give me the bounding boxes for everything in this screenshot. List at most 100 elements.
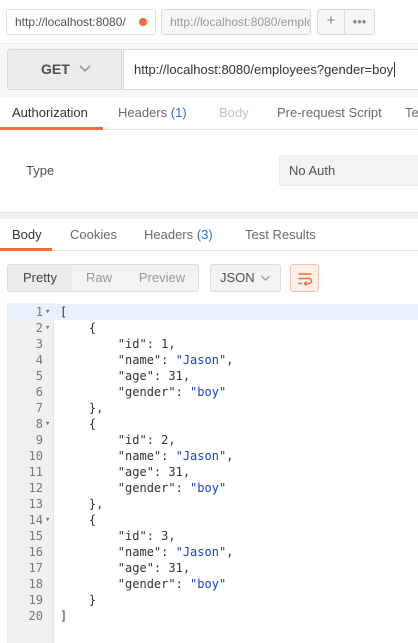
code-text: }, bbox=[60, 401, 104, 415]
url-bar: GET http://localhost:8080/employees?gend… bbox=[0, 43, 418, 97]
tab-prerequest-script[interactable]: Pre-request Script bbox=[277, 97, 382, 129]
tab-label: Headers bbox=[144, 227, 194, 242]
preview-button[interactable]: Preview bbox=[126, 265, 198, 291]
plus-icon: + bbox=[326, 12, 336, 29]
code-line: 15 "id": 3, bbox=[7, 528, 418, 544]
code-line: 17 "age": 31, bbox=[7, 560, 418, 576]
code-line: 14 ▾ { bbox=[7, 512, 418, 528]
tab-label: Pre-request Script bbox=[277, 105, 382, 120]
code-text: "name": "Jason", bbox=[117, 545, 234, 559]
format-select[interactable]: JSON bbox=[210, 264, 281, 292]
wrap-lines-button[interactable] bbox=[290, 264, 319, 292]
method-label: GET bbox=[41, 61, 70, 77]
line-number: 2 bbox=[35, 321, 43, 335]
code-line: 3 "id": 1, bbox=[7, 336, 418, 352]
active-tab-underline bbox=[0, 248, 52, 251]
code-line: 1 ▾ [ bbox=[7, 304, 418, 320]
line-number: 8 bbox=[35, 417, 43, 431]
request-tab-active[interactable]: http://localhost:8080/ bbox=[6, 9, 156, 35]
tab-response-body[interactable]: Body bbox=[12, 219, 42, 251]
auth-type-select[interactable]: No Auth bbox=[279, 155, 418, 186]
code-text: { bbox=[60, 417, 97, 431]
code-line: 10 "name": "Jason", bbox=[7, 448, 418, 464]
line-number: 18 bbox=[28, 577, 43, 591]
code-text: } bbox=[60, 593, 97, 607]
code-text: { bbox=[60, 513, 97, 527]
line-number: 16 bbox=[28, 545, 43, 559]
fold-arrow-icon[interactable]: ▾ bbox=[45, 320, 50, 336]
code-text: "name": "Jason", bbox=[117, 449, 234, 463]
auth-type-value: No Auth bbox=[289, 163, 336, 178]
line-number: 15 bbox=[28, 529, 43, 543]
format-value: JSON bbox=[220, 270, 255, 285]
line-number: 1 bbox=[35, 305, 43, 319]
headers-count-badge: (3) bbox=[196, 227, 213, 242]
tab-cookies[interactable]: Cookies bbox=[70, 219, 117, 251]
chevron-down-icon bbox=[79, 65, 91, 73]
code-text: "id": 3, bbox=[117, 529, 176, 543]
code-line: 5 "age": 31, bbox=[7, 368, 418, 384]
line-number: 12 bbox=[28, 481, 43, 495]
line-number: 19 bbox=[28, 593, 43, 607]
request-tab-label: http://localhost:8080/ bbox=[15, 15, 126, 29]
line-number: 7 bbox=[35, 401, 43, 415]
chevron-down-icon bbox=[260, 275, 271, 282]
button-label: Pretty bbox=[23, 270, 57, 285]
response-toolbar: Pretty Raw Preview JSON bbox=[0, 252, 418, 302]
code-text: "age": 31, bbox=[117, 369, 191, 383]
tab-label: Authorization bbox=[12, 105, 88, 120]
url-text: http://localhost:8080/employees?gender=b… bbox=[134, 62, 394, 77]
code-line: 8 ▾ { bbox=[7, 416, 418, 432]
code-text: "gender": "boy" bbox=[117, 577, 227, 591]
code-line: 12 "gender": "boy" bbox=[7, 480, 418, 496]
more-tabs-button[interactable]: ••• bbox=[344, 9, 375, 35]
url-input[interactable]: http://localhost:8080/employees?gender=b… bbox=[123, 49, 418, 90]
code-line: 13 }, bbox=[7, 496, 418, 512]
method-select[interactable]: GET bbox=[7, 49, 122, 90]
line-number: 9 bbox=[35, 433, 43, 447]
tab-headers[interactable]: Headers (1) bbox=[118, 97, 187, 129]
code-text: "name": "Jason", bbox=[117, 353, 234, 367]
tab-test-results[interactable]: Test Results bbox=[245, 219, 316, 251]
code-text: "age": 31, bbox=[117, 465, 191, 479]
fold-arrow-icon[interactable]: ▾ bbox=[45, 304, 50, 320]
line-number: 14 bbox=[28, 513, 43, 527]
request-tab-label: http://localhost:8080/emplo bbox=[170, 15, 311, 29]
code-text: [ bbox=[60, 305, 68, 319]
new-tab-button[interactable]: + bbox=[317, 9, 345, 35]
active-tab-underline bbox=[0, 127, 103, 130]
tab-body[interactable]: Body bbox=[219, 97, 249, 129]
tab-authorization[interactable]: Authorization bbox=[12, 97, 88, 129]
request-tab-inactive[interactable]: http://localhost:8080/emplo bbox=[161, 9, 311, 35]
view-mode-group: Pretty Raw Preview bbox=[7, 264, 199, 292]
tab-response-headers[interactable]: Headers (3) bbox=[144, 219, 213, 251]
fold-arrow-icon[interactable]: ▾ bbox=[45, 416, 50, 432]
line-number: 11 bbox=[28, 465, 43, 479]
tab-label: Headers bbox=[118, 105, 168, 120]
line-number: 4 bbox=[35, 353, 43, 367]
fold-arrow-icon[interactable]: ▾ bbox=[45, 512, 50, 528]
tab-tests[interactable]: Te bbox=[405, 97, 418, 129]
code-text: "id": 1, bbox=[117, 337, 176, 351]
raw-button[interactable]: Raw bbox=[72, 265, 126, 291]
code-text: "gender": "boy" bbox=[117, 481, 227, 495]
tab-label: Cookies bbox=[70, 227, 117, 242]
line-number: 10 bbox=[28, 449, 43, 463]
code-line: 18 "gender": "boy" bbox=[7, 576, 418, 592]
tab-label: Te bbox=[405, 105, 418, 120]
pretty-button[interactable]: Pretty bbox=[8, 265, 72, 291]
code-line: 9 "id": 2, bbox=[7, 432, 418, 448]
button-label: Raw bbox=[85, 270, 112, 285]
line-number: 3 bbox=[35, 337, 43, 351]
authorization-panel: Type No Auth bbox=[0, 131, 418, 212]
code-line: 16 "name": "Jason", bbox=[7, 544, 418, 560]
code-text: }, bbox=[60, 497, 104, 511]
line-number: 6 bbox=[35, 385, 43, 399]
code-text: ] bbox=[60, 609, 68, 623]
wrap-lines-icon bbox=[298, 273, 313, 287]
response-tabs: Body Cookies Headers (3) Test Results bbox=[0, 219, 418, 251]
tab-label: Body bbox=[12, 227, 42, 242]
response-body-editor[interactable]: 1 ▾[2 ▾ {3 "id": 1, 4 "name": "Jason", 5 "ag… bbox=[7, 303, 418, 643]
code-line: 2 ▾ { bbox=[7, 320, 418, 336]
code-text: "gender": "boy" bbox=[117, 385, 227, 399]
